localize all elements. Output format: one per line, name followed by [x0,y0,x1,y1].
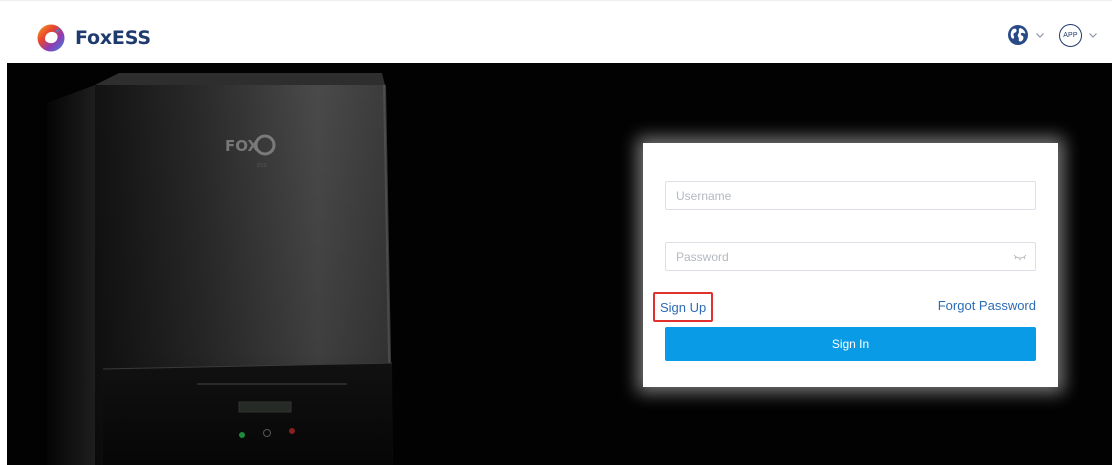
login-card: Sign Up Forgot Password Sign In [643,143,1058,387]
eye-closed-icon[interactable] [1013,252,1027,262]
username-input[interactable] [666,182,1035,209]
chevron-down-icon [1089,33,1097,38]
sign-up-link[interactable]: Sign Up [653,292,714,322]
brand[interactable]: FoxESS [36,22,151,54]
language-selector[interactable] [1007,24,1045,46]
brand-name: FoxESS [75,27,151,49]
password-field [665,242,1036,271]
top-header: FoxESS APP [0,0,1112,63]
password-input[interactable] [666,243,1035,270]
svg-text:FOX: FOX [225,137,259,155]
globe-icon [1008,25,1028,45]
foxess-logo-icon [37,24,65,52]
header-tools: APP [1007,23,1098,47]
username-field [665,181,1036,210]
chevron-down-icon [1036,33,1044,38]
forgot-password-link[interactable]: Forgot Password [938,298,1036,313]
app-badge-icon: APP [1059,23,1082,47]
sign-in-button[interactable]: Sign In [665,327,1036,361]
svg-text:ESS: ESS [257,163,267,169]
app-download-selector[interactable]: APP [1059,23,1098,47]
